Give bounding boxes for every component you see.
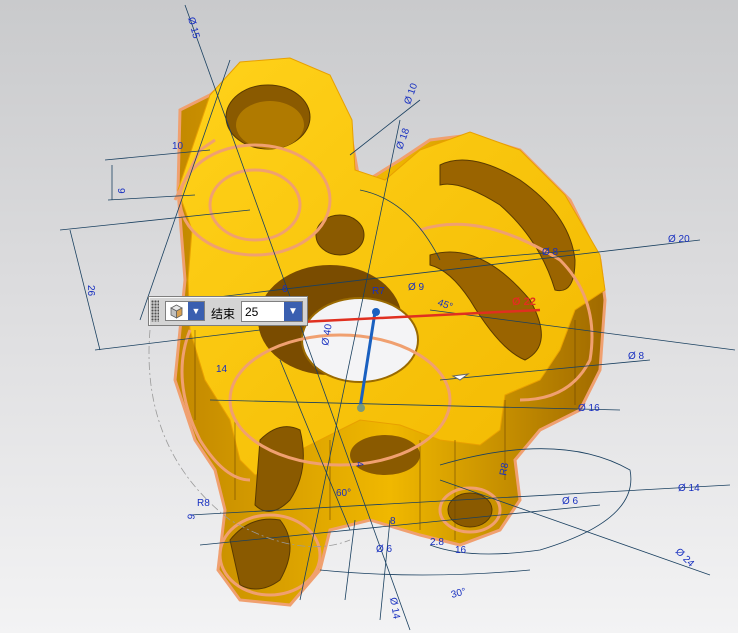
dim-d22: Ø 22 [512, 296, 536, 308]
dim-d8-right: Ø 8 [628, 351, 645, 362]
dim-2-8: 2.8 [430, 537, 444, 548]
dim-r8-right: R8 [498, 462, 511, 477]
dim-9-left: 9 [115, 188, 126, 194]
dim-d10: Ø 10 [402, 81, 420, 106]
dim-d8-upper: Ø 8 [542, 247, 559, 258]
dim-d9: Ø 9 [408, 282, 425, 293]
end-type-dropdown[interactable]: ▼ [165, 301, 205, 321]
cad-model: Ø 15 Ø 10 Ø 18 Ø 20 Ø 8 Ø 8 Ø 9 Ø 22 Ø 1… [59, 4, 736, 631]
dim-26: 26 [85, 285, 96, 297]
dim-d15: Ø 15 [185, 16, 201, 40]
cube-view-icon [170, 304, 183, 319]
dim-d14-right: Ø 14 [678, 483, 700, 494]
angle-60: 60° [336, 488, 351, 499]
dim-14: 14 [216, 364, 228, 375]
end-label: 结束 [211, 307, 236, 321]
dim-9-lower: 9 [186, 513, 198, 521]
toolbar-drag-handle[interactable] [151, 300, 159, 322]
graphics-viewport[interactable]: Ø 15 Ø 10 Ø 18 Ø 20 Ø 8 Ø 8 Ø 9 Ø 22 Ø 1… [0, 0, 738, 633]
dim-d6-right: Ø 6 [562, 496, 579, 507]
extrude-end-toolbar[interactable]: ▼ 结束 ▼ [148, 296, 308, 326]
angle-30: 30° [450, 586, 467, 601]
dim-d16: Ø 16 [578, 403, 600, 414]
dim-d18: Ø 18 [394, 126, 412, 151]
dim-6: 6 [282, 284, 288, 295]
dim-d6-bottom: Ø 6 [376, 544, 393, 555]
dim-8: 8 [390, 516, 396, 527]
dim-16-bottom: 16 [455, 545, 467, 556]
end-value-field[interactable]: ▼ [241, 301, 303, 322]
chevron-down-icon[interactable]: ▼ [188, 302, 204, 320]
dim-r7: R7 [372, 286, 385, 297]
dim-d20: Ø 20 [668, 234, 690, 245]
dim-10: 10 [172, 141, 184, 152]
value-dropdown-arrow-icon[interactable]: ▼ [284, 302, 302, 321]
end-value-input[interactable] [243, 303, 285, 320]
dim-r8-left: R8 [197, 498, 210, 509]
